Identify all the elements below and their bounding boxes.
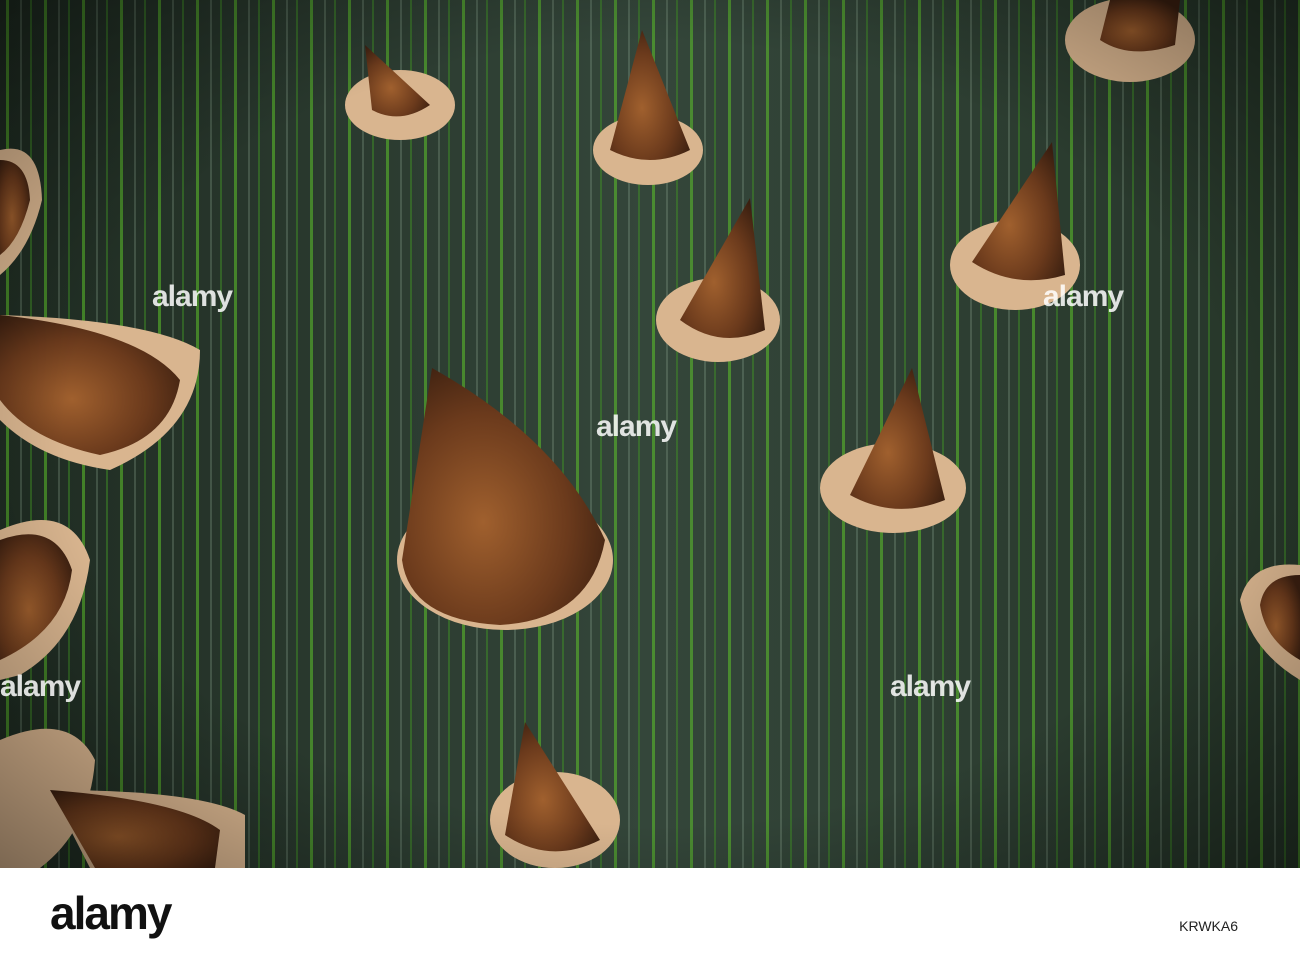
watermark-logo: alamy [890, 670, 971, 703]
image-id: KRWKA6 [1179, 918, 1238, 934]
watermark-logo: alamy [596, 410, 677, 443]
footer-bar: alamy KRWKA6 [0, 868, 1300, 957]
watermark-logo: alamy [152, 280, 233, 313]
watermark-logo: alamy [1043, 280, 1124, 313]
alamy-logo: alamy [50, 887, 172, 939]
watermark-logo: alamy [0, 670, 81, 703]
